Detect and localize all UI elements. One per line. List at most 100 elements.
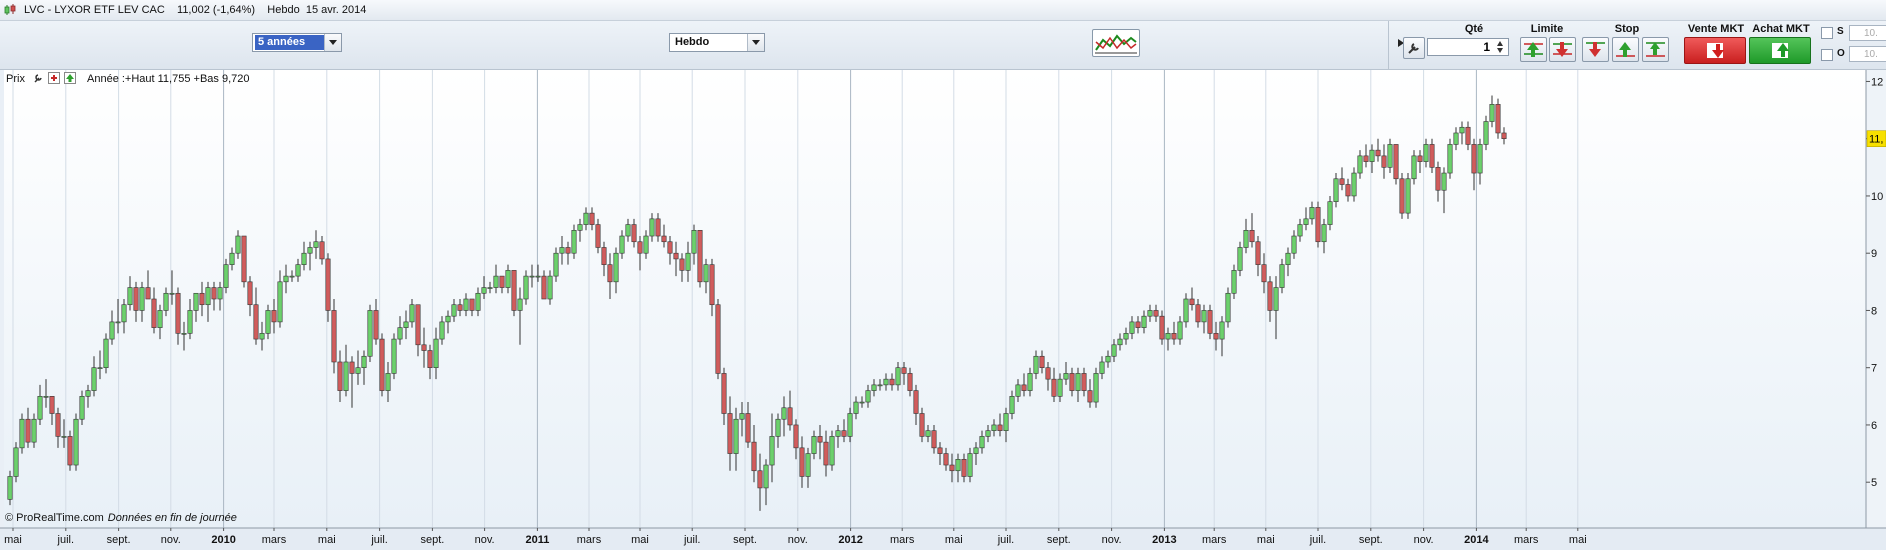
- candle-body[interactable]: [1087, 390, 1093, 403]
- candle-body[interactable]: [871, 384, 877, 391]
- candle-body[interactable]: [109, 321, 115, 340]
- candle-body[interactable]: [1183, 298, 1189, 323]
- candle-body[interactable]: [1411, 155, 1417, 180]
- candle-body[interactable]: [559, 247, 565, 254]
- candle-body[interactable]: [193, 292, 199, 311]
- candle-body[interactable]: [625, 224, 631, 237]
- candle-body[interactable]: [181, 333, 187, 335]
- candle-body[interactable]: [541, 275, 547, 300]
- candle-body[interactable]: [1147, 310, 1153, 317]
- candle-body[interactable]: [1483, 121, 1489, 145]
- candle-body[interactable]: [319, 241, 325, 260]
- candle-body[interactable]: [103, 338, 109, 369]
- candle-body[interactable]: [745, 413, 751, 443]
- candle-body[interactable]: [1495, 104, 1501, 134]
- candle-body[interactable]: [535, 275, 541, 278]
- candle-body[interactable]: [979, 436, 985, 449]
- settings-wrench-button[interactable]: [1403, 37, 1425, 59]
- candle-body[interactable]: [223, 264, 229, 288]
- candle-body[interactable]: [475, 292, 481, 311]
- candle-body[interactable]: [1063, 373, 1069, 380]
- candle-body[interactable]: [241, 235, 247, 283]
- candle-body[interactable]: [991, 424, 997, 431]
- candle-body[interactable]: [727, 413, 733, 454]
- candle-body[interactable]: [13, 447, 19, 477]
- candle-body[interactable]: [841, 430, 847, 437]
- candle-body[interactable]: [427, 350, 433, 368]
- candle-body[interactable]: [679, 258, 685, 271]
- candle-body[interactable]: [1363, 155, 1369, 162]
- candle-body[interactable]: [487, 287, 493, 289]
- candle-body[interactable]: [1003, 413, 1009, 431]
- candle-body[interactable]: [607, 264, 613, 283]
- stop-limit-button[interactable]: [1642, 37, 1669, 62]
- candle-body[interactable]: [1117, 338, 1123, 346]
- candle-body[interactable]: [373, 310, 379, 340]
- candle-body[interactable]: [1279, 264, 1285, 288]
- candle-body[interactable]: [205, 287, 211, 306]
- candle-body[interactable]: [1045, 367, 1051, 380]
- candle-body[interactable]: [937, 447, 943, 454]
- candle-body[interactable]: [1249, 230, 1255, 243]
- candle-body[interactable]: [949, 464, 955, 472]
- candle-body[interactable]: [55, 413, 61, 437]
- candle-body[interactable]: [865, 390, 871, 403]
- candle-body[interactable]: [637, 241, 643, 254]
- candle-body[interactable]: [1021, 384, 1027, 391]
- candle-body[interactable]: [325, 258, 331, 311]
- candle-body[interactable]: [217, 287, 223, 300]
- candle-body[interactable]: [1141, 315, 1147, 328]
- candle-body[interactable]: [1285, 252, 1291, 265]
- candle-body[interactable]: [433, 338, 439, 369]
- candle-body[interactable]: [421, 344, 427, 351]
- candle-body[interactable]: [835, 430, 841, 437]
- candle-body[interactable]: [349, 361, 355, 374]
- candle-body[interactable]: [1153, 310, 1159, 317]
- candle-body[interactable]: [1219, 321, 1225, 340]
- candle-body[interactable]: [817, 436, 823, 443]
- candle-body[interactable]: [517, 298, 523, 311]
- candle-body[interactable]: [145, 287, 151, 300]
- candle-body[interactable]: [1357, 155, 1363, 174]
- frequency-select[interactable]: Hebdo: [669, 33, 765, 52]
- candle-body[interactable]: [1231, 270, 1237, 294]
- candle-body[interactable]: [1435, 167, 1441, 191]
- candle-body[interactable]: [811, 436, 817, 454]
- candle-body[interactable]: [889, 378, 895, 386]
- candle-body[interactable]: [133, 287, 139, 311]
- candle-body[interactable]: [235, 235, 241, 254]
- candle-body[interactable]: [781, 407, 787, 420]
- candle-body[interactable]: [1207, 310, 1213, 334]
- candle-body[interactable]: [157, 310, 163, 328]
- candle-body[interactable]: [457, 304, 463, 311]
- candle-body[interactable]: [823, 441, 829, 466]
- candle-body[interactable]: [643, 235, 649, 254]
- candle-body[interactable]: [1075, 373, 1081, 391]
- candle-body[interactable]: [1393, 144, 1399, 180]
- candle-body[interactable]: [1225, 292, 1231, 323]
- candle-body[interactable]: [1345, 184, 1351, 197]
- candle-body[interactable]: [523, 275, 529, 300]
- candle-body[interactable]: [1459, 126, 1465, 134]
- limit-sell-button[interactable]: [1549, 37, 1576, 62]
- candle-body[interactable]: [649, 218, 655, 237]
- candle-body[interactable]: [445, 315, 451, 323]
- candle-body[interactable]: [73, 418, 79, 466]
- chevron-down-icon[interactable]: [747, 34, 764, 51]
- candle-body[interactable]: [853, 401, 859, 414]
- candle-body[interactable]: [1195, 304, 1201, 323]
- candle-body[interactable]: [601, 247, 607, 265]
- buy-market-button[interactable]: [1749, 37, 1811, 64]
- candle-body[interactable]: [775, 418, 781, 437]
- candle-body[interactable]: [1099, 361, 1105, 374]
- candle-body[interactable]: [391, 338, 397, 374]
- candle-body[interactable]: [265, 310, 271, 334]
- candle-body[interactable]: [1177, 321, 1183, 340]
- candle-body[interactable]: [1123, 333, 1129, 340]
- chevron-down-icon[interactable]: [324, 34, 341, 51]
- candle-body[interactable]: [1489, 104, 1495, 122]
- s-checkbox[interactable]: [1821, 27, 1833, 39]
- candle-body[interactable]: [469, 298, 475, 311]
- candle-body[interactable]: [301, 252, 307, 265]
- limit-buy-button[interactable]: [1520, 37, 1547, 62]
